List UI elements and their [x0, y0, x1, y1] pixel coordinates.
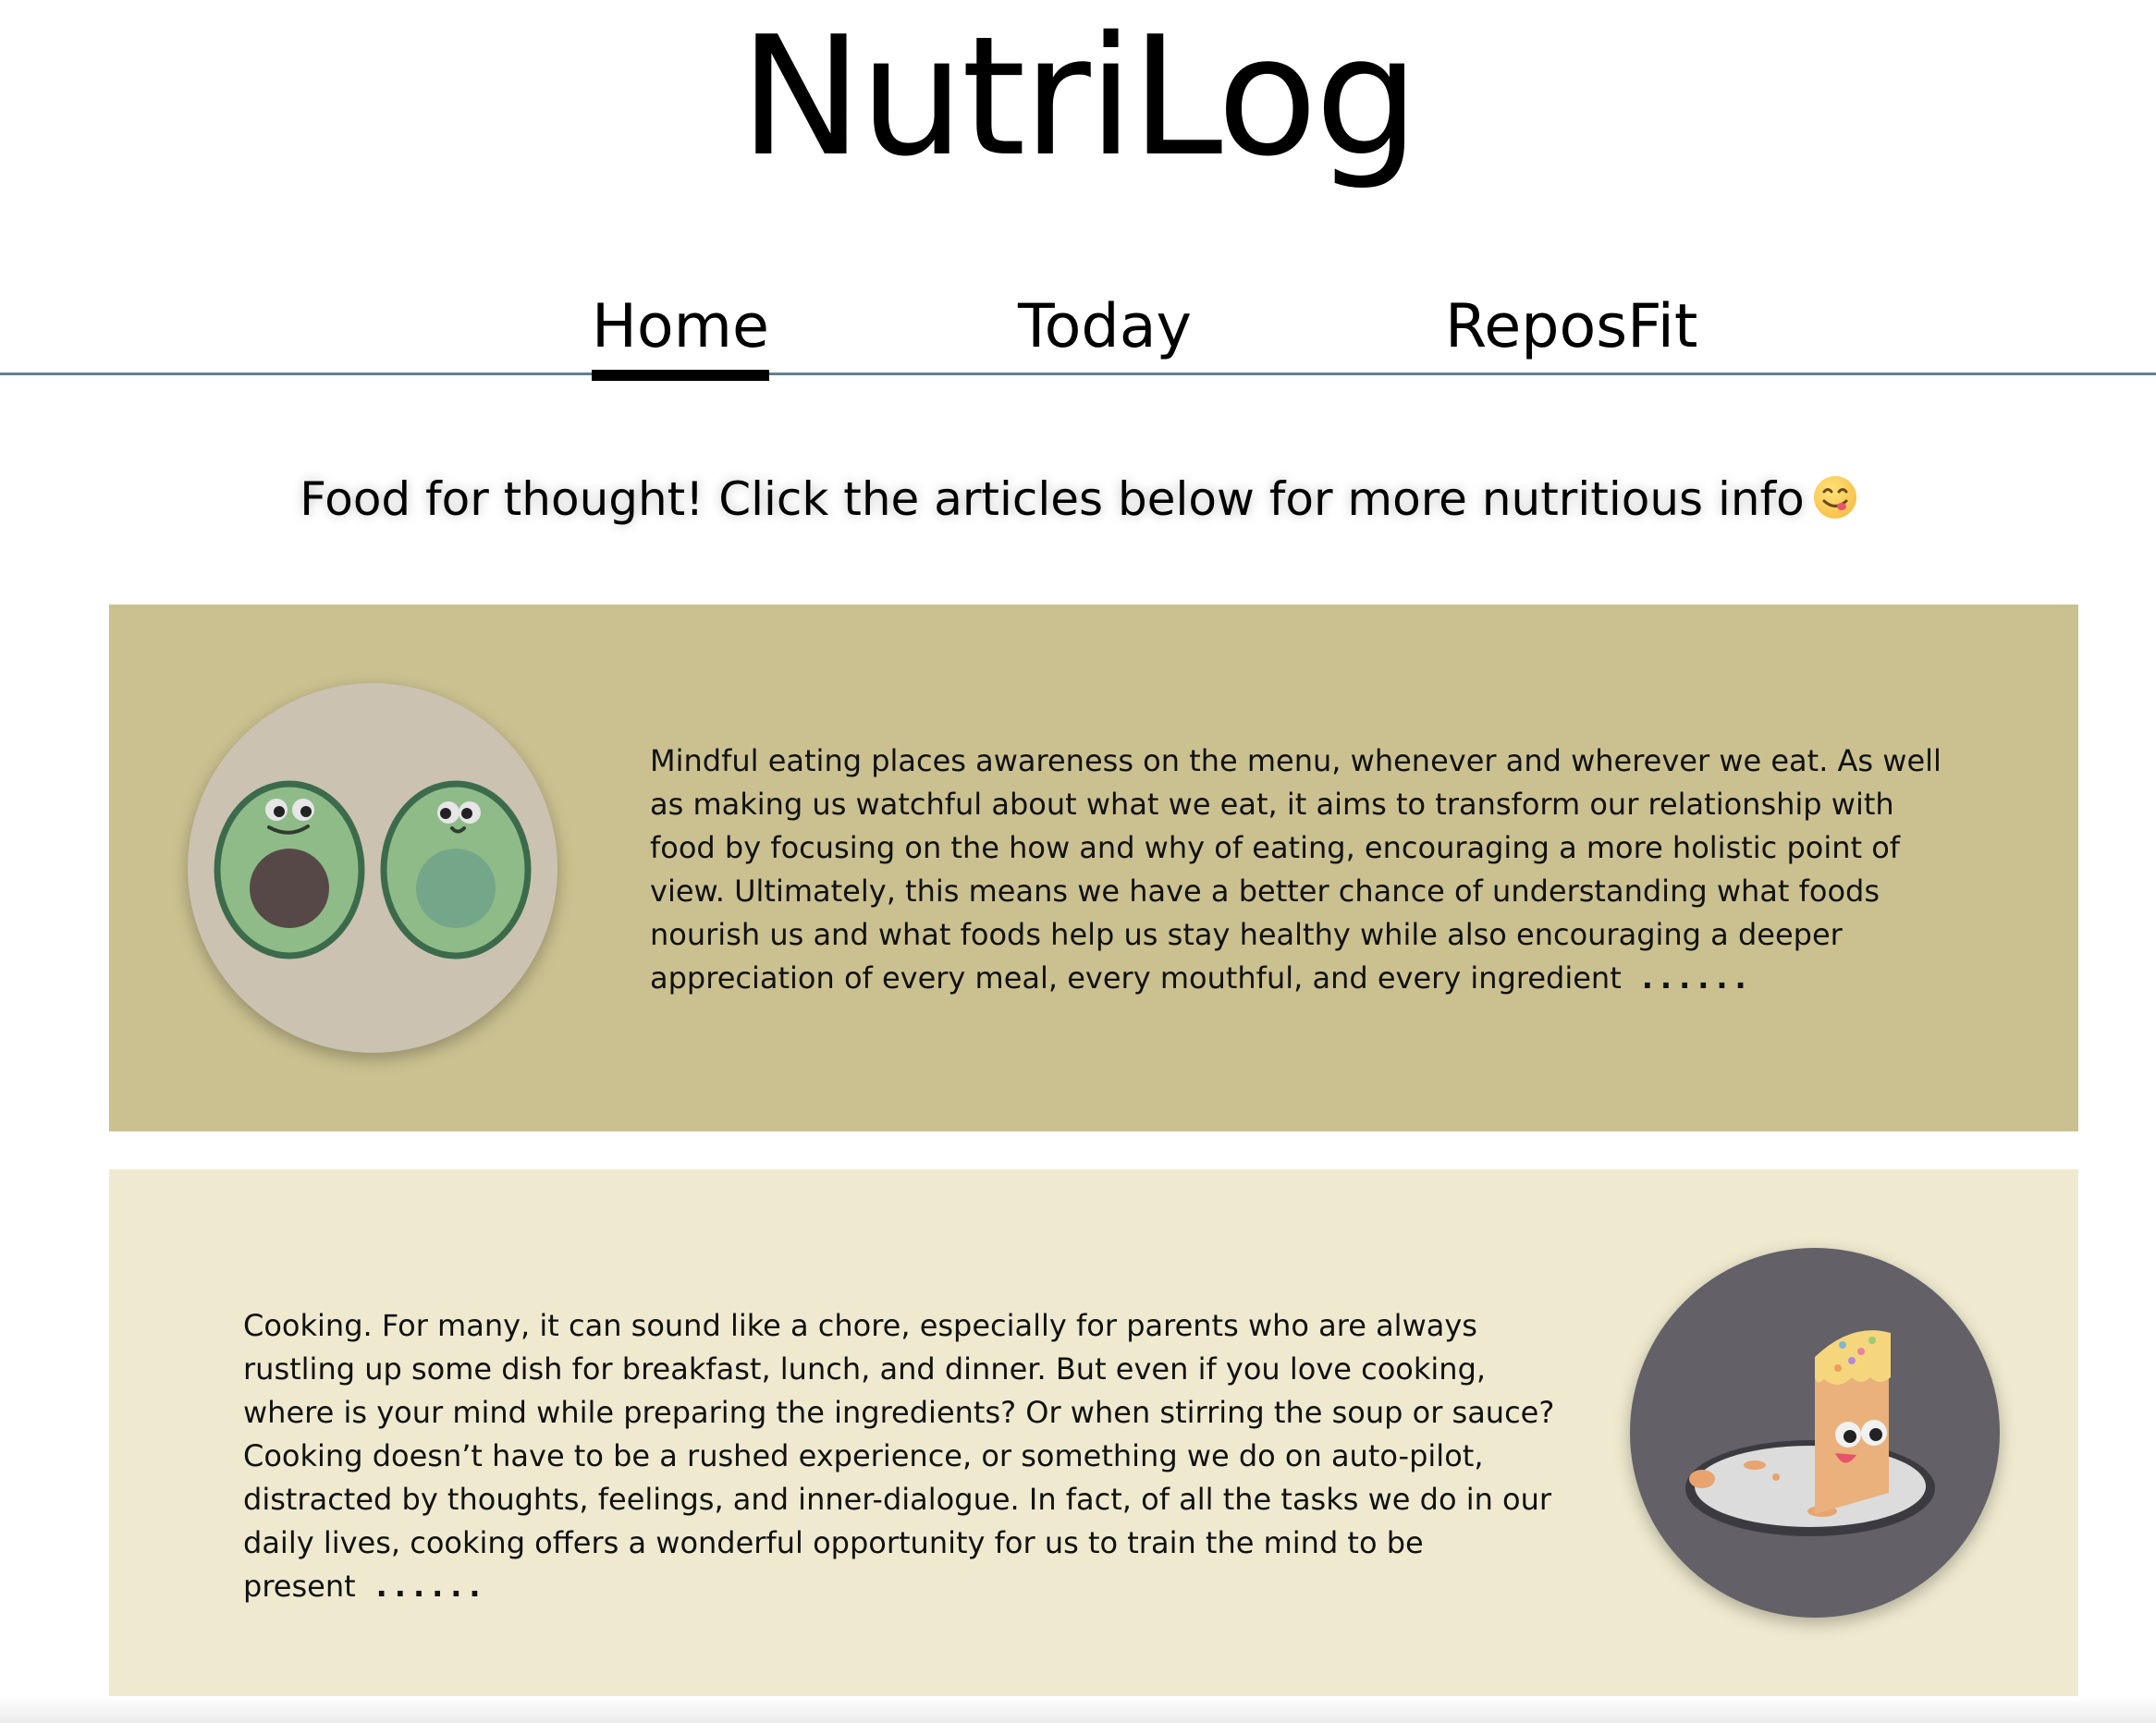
bottom-shade [0, 1695, 2156, 1723]
read-more-link[interactable]: ...... [376, 1569, 488, 1604]
avocado-illustration-icon [188, 683, 557, 1053]
nav-today[interactable]: Today [1018, 288, 1192, 366]
article-card-mindful-eating[interactable]: Mindful eating places awareness on the m… [109, 605, 2078, 1131]
main-nav: Home Today ReposFit [0, 277, 2156, 381]
article-excerpt-text: Mindful eating places awareness on the m… [650, 743, 1942, 996]
nav-home[interactable]: Home [592, 288, 769, 381]
brand-title: NutriLog [739, 1, 1419, 192]
cake-slice-illustration-icon [1630, 1248, 2000, 1618]
tagline-text: Food for thought! Click the articles bel… [300, 472, 1805, 526]
article-excerpt: Mindful eating places awareness on the m… [650, 739, 1963, 1000]
article-card-mindful-cooking[interactable]: Cooking. For many, it can sound like a c… [109, 1169, 2078, 1696]
article-excerpt-text: Cooking. For many, it can sound like a c… [243, 1308, 1555, 1604]
read-more-link[interactable]: ...... [1642, 960, 1754, 996]
tagline: Food for thought! Click the articles bel… [0, 462, 2156, 536]
yum-face-emoji-icon [1813, 476, 1856, 519]
nav-reposfit[interactable]: ReposFit [1445, 288, 1697, 366]
article-excerpt: Cooking. For many, it can sound like a c… [243, 1304, 1556, 1608]
